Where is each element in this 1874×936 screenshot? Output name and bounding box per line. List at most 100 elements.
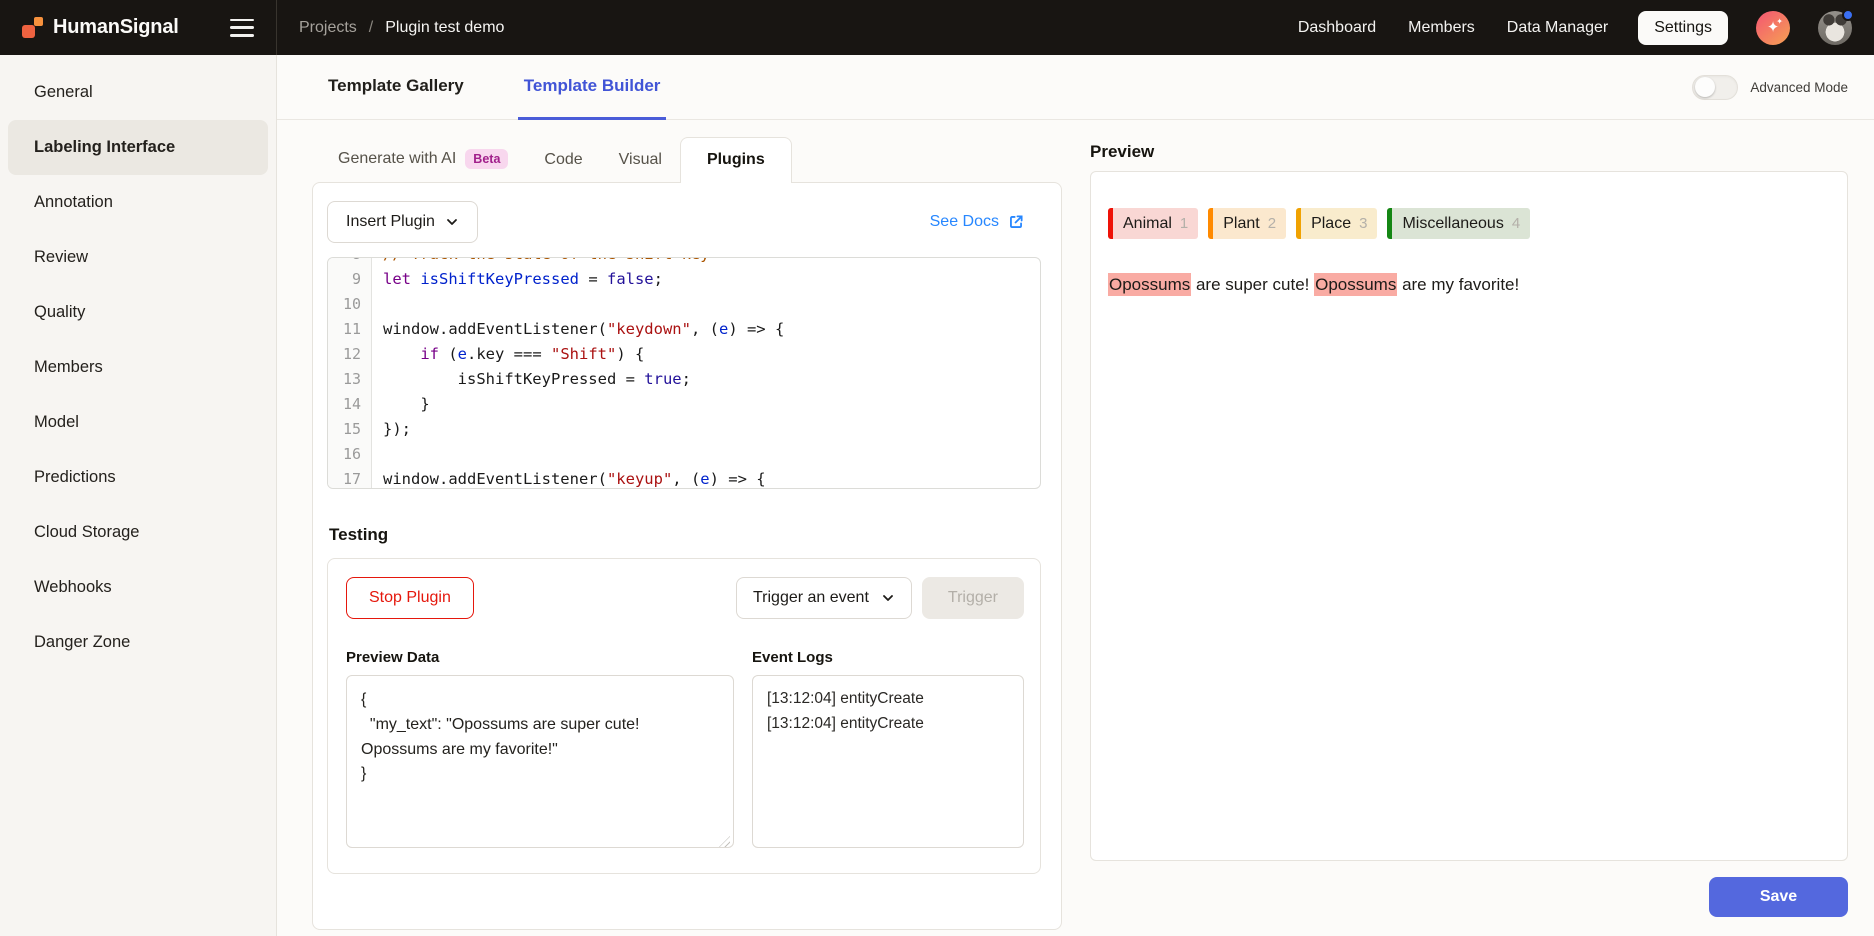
sidebar-item-label: Cloud Storage	[34, 523, 140, 542]
sidebar-item-label: Quality	[34, 303, 85, 322]
beta-badge: Beta	[465, 149, 508, 169]
label-text: Animal	[1113, 215, 1180, 233]
code-text[interactable]: if (e.key === "Shift") {	[372, 342, 644, 367]
line-number: 12	[328, 342, 372, 367]
code-line: 16	[328, 442, 1040, 467]
text-segment[interactable]: are my favorite!	[1397, 275, 1519, 294]
line-number: 15	[328, 417, 372, 442]
template-tab[interactable]: Template Builder	[518, 55, 667, 120]
see-docs-link[interactable]: See Docs	[930, 213, 1041, 231]
builder-subtab[interactable]: Generate with AI Beta	[320, 136, 526, 182]
sidebar-item[interactable]: Model	[8, 395, 268, 450]
label-text: Place	[1301, 215, 1359, 233]
topbar-nav: Dashboard Members Data Manager Settings ✦ ✦	[1296, 0, 1874, 55]
sidebar-item[interactable]: Webhooks	[8, 560, 268, 615]
insert-plugin-dropdown[interactable]: Insert Plugin	[327, 201, 478, 243]
advanced-mode-label: Advanced Mode	[1750, 80, 1848, 95]
external-link-icon	[1007, 213, 1025, 231]
sidebar-item[interactable]: Labeling Interface	[8, 120, 268, 175]
topbar-left: HumanSignal	[0, 0, 277, 55]
topbar-nav-item[interactable]: Dashboard	[1296, 11, 1378, 45]
advanced-mode-control: Advanced Mode	[1692, 55, 1848, 119]
code-text[interactable]: // Track the state of the shift key	[372, 257, 710, 267]
trigger-group: Trigger an event Trigger	[736, 577, 1024, 619]
label-hotkey: 1	[1180, 215, 1198, 232]
code-text[interactable]: }	[372, 392, 430, 417]
line-number: 10	[328, 292, 372, 317]
testing-io: Preview Data { "my_text": "Opossums are …	[346, 649, 1024, 853]
preview-data-textarea[interactable]: { "my_text": "Opossums are super cute! O…	[346, 675, 734, 848]
line-number: 14	[328, 392, 372, 417]
line-number: 8	[328, 257, 372, 267]
stop-plugin-button[interactable]: Stop Plugin	[346, 577, 474, 619]
sidebar-item[interactable]: Members	[8, 340, 268, 395]
sidebar-item[interactable]: Annotation	[8, 175, 268, 230]
text-segment[interactable]: are super cute!	[1191, 275, 1314, 294]
ai-sparkle-button[interactable]: ✦ ✦	[1756, 11, 1790, 45]
sidebar-item[interactable]: General	[8, 65, 268, 120]
sidebar-item[interactable]: Predictions	[8, 450, 268, 505]
humansignal-logo-icon	[22, 17, 44, 39]
line-number: 17	[328, 467, 372, 489]
label-chip[interactable]: Animal 1	[1108, 208, 1198, 239]
save-row: Save	[1090, 877, 1848, 917]
brand-logo[interactable]: HumanSignal	[22, 16, 179, 39]
sidebar-item-label: Members	[34, 358, 103, 377]
code-line: 12 if (e.key === "Shift") {	[328, 342, 1040, 367]
preview-card: Animal 1 Plant 2 Place 3	[1090, 171, 1848, 861]
notification-dot	[1842, 9, 1854, 21]
event-logs-column: Event Logs [13:12:04] entityCreate[13:12…	[752, 649, 1024, 853]
breadcrumb-projects-link[interactable]: Projects	[299, 19, 357, 37]
builder-subtab[interactable]: Plugins	[680, 137, 792, 183]
plugins-panel: Insert Plugin See Docs 8// Track the sta…	[312, 182, 1062, 930]
sidebar-item[interactable]: Cloud Storage	[8, 505, 268, 560]
sidebar-item-label: Annotation	[34, 193, 113, 212]
builder-subtab[interactable]: Visual	[601, 138, 680, 182]
user-avatar[interactable]	[1818, 11, 1852, 45]
topbar-nav-item[interactable]: Data Manager	[1505, 11, 1610, 45]
label-chip[interactable]: Plant 2	[1208, 208, 1286, 239]
hamburger-menu-icon[interactable]	[230, 19, 254, 37]
label-chip[interactable]: Miscellaneous 4	[1387, 208, 1530, 239]
code-text[interactable]: let isShiftKeyPressed = false;	[372, 267, 663, 292]
line-number: 9	[328, 267, 372, 292]
template-tab[interactable]: Template Gallery	[322, 55, 470, 120]
code-line: 10	[328, 292, 1040, 317]
advanced-mode-toggle[interactable]	[1692, 75, 1738, 100]
save-button[interactable]: Save	[1709, 877, 1848, 917]
code-line: 17window.addEventListener("keyup", (e) =…	[328, 467, 1040, 489]
plugin-code-editor[interactable]: 8// Track the state of the shift key9let…	[327, 257, 1041, 489]
text-segment[interactable]: Opossums	[1108, 273, 1191, 296]
code-line: 9let isShiftKeyPressed = false;	[328, 267, 1040, 292]
sidebar-item[interactable]: Danger Zone	[8, 615, 268, 670]
builder-subtab[interactable]: Code	[526, 138, 600, 182]
testing-controls: Stop Plugin Trigger an event Trigger	[346, 577, 1024, 619]
event-logs-label: Event Logs	[752, 649, 1024, 666]
trigger-button[interactable]: Trigger	[922, 577, 1024, 619]
label-chips: Animal 1 Plant 2 Place 3	[1108, 208, 1831, 239]
code-text[interactable]	[372, 292, 383, 317]
topbar-nav-item[interactable]: Settings	[1638, 11, 1728, 45]
code-text[interactable]: isShiftKeyPressed = true;	[372, 367, 691, 392]
testing-box: Stop Plugin Trigger an event Trigger	[327, 558, 1041, 874]
breadcrumb-current-project: Plugin test demo	[385, 19, 504, 37]
code-text[interactable]	[372, 442, 383, 467]
label-chip[interactable]: Place 3	[1296, 208, 1377, 239]
sidebar-item-label: Model	[34, 413, 79, 432]
annotation-text[interactable]: Opossums are super cute! Opossums are my…	[1108, 272, 1831, 298]
code-text[interactable]: window.addEventListener("keyup", (e) => …	[372, 467, 766, 489]
content-area: Template Gallery Template Builder Advanc…	[277, 55, 1874, 936]
code-text[interactable]: });	[372, 417, 411, 442]
settings-sidebar: General Labeling Interface Annotation Re…	[0, 55, 277, 936]
label-text: Plant	[1213, 215, 1267, 233]
code-text[interactable]: window.addEventListener("keydown", (e) =…	[372, 317, 784, 342]
line-number: 11	[328, 317, 372, 342]
sidebar-item[interactable]: Review	[8, 230, 268, 285]
trigger-event-select[interactable]: Trigger an event	[736, 577, 912, 619]
topbar-nav-item[interactable]: Members	[1406, 11, 1477, 45]
sidebar-item-label: Danger Zone	[34, 633, 130, 652]
text-segment[interactable]: Opossums	[1314, 273, 1397, 296]
topbar: HumanSignal Projects / Plugin test demo …	[0, 0, 1874, 55]
sidebar-item[interactable]: Quality	[8, 285, 268, 340]
event-log-entry: [13:12:04] entityCreate	[767, 712, 1009, 737]
